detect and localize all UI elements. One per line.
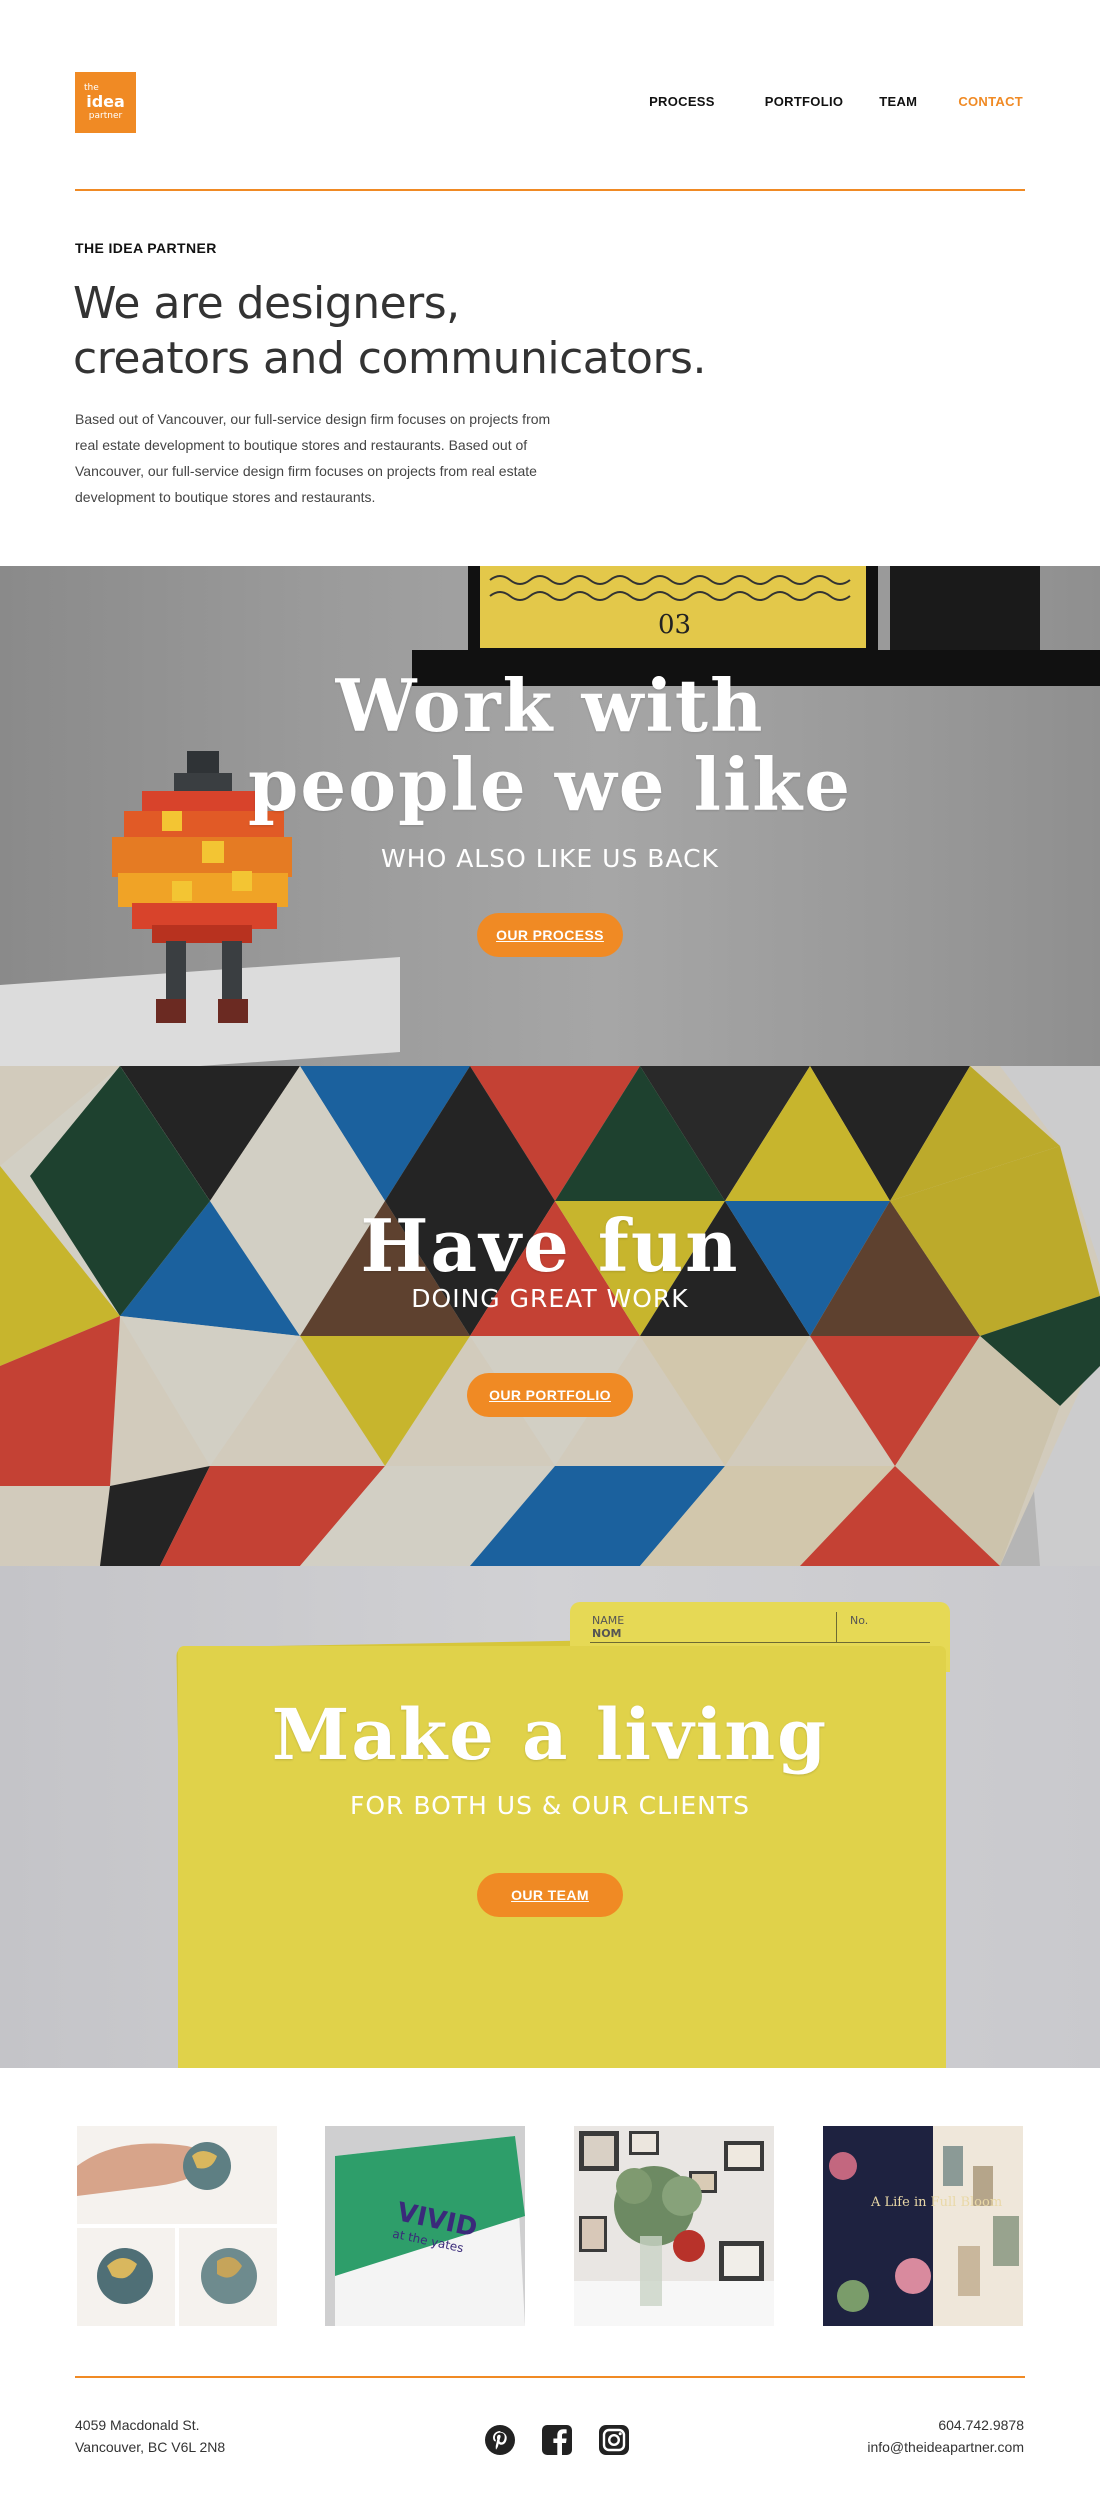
book-cover-image: A Life in Full Bloom (823, 2126, 1023, 2326)
panel-headline: Make a living (271, 1693, 829, 1776)
panel-subheading: WHO ALSO LIKE US BACK (381, 844, 719, 873)
intro-heading-line1: We are designers, (73, 278, 460, 329)
nav-contact[interactable]: CONTACT (958, 94, 1023, 109)
triangle-pattern-image (0, 1066, 1100, 1566)
social-links (484, 2424, 630, 2456)
folder-label: NAME NOM (592, 1614, 624, 1640)
folder-label-no: No. (850, 1614, 869, 1627)
dark-object (890, 566, 1040, 650)
interior-vase-image (574, 2126, 774, 2326)
panel-headline: Work with people we like (0, 666, 1100, 824)
vivid-brochure-image: VIVID at the yates (325, 2126, 525, 2326)
instagram-icon[interactable] (598, 2424, 630, 2456)
logo-text-main: idea (86, 92, 125, 111)
footer-contact: 604.742.9878 info@theideapartner.com (867, 2414, 1024, 2458)
pinterest-icon[interactable] (484, 2424, 516, 2456)
gallery-thumb-globes[interactable] (77, 2126, 277, 2326)
intro-heading-line2: creators and communicators. (73, 333, 706, 384)
facebook-icon[interactable] (541, 2424, 573, 2456)
panel-subheading: FOR BOTH US & OUR CLIENTS (349, 1791, 751, 1820)
logo-text-bottom: partner (88, 111, 123, 121)
panel-headline-line1: Work with (335, 663, 765, 748)
footer-phone[interactable]: 604.742.9878 (867, 2414, 1024, 2436)
poster-image: 03 (480, 566, 866, 648)
our-team-button[interactable]: OUR TEAM (477, 1873, 623, 1917)
poster-number: 03 (658, 610, 692, 640)
portfolio-gallery: VIVID at the yates A Life in Full Bloom (0, 2068, 1100, 2376)
address-line2: Vancouver, BC V6L 2N8 (75, 2439, 226, 2455)
hero-panel-portfolio: Have fun DOING GREAT WORK OUR PORTFOLIO (0, 1066, 1100, 1566)
hero-panel-team: NAME NOM No. Make a living FOR BOTH US &… (0, 1566, 1100, 2068)
brand-logo[interactable]: the idea partner (75, 72, 136, 133)
gallery-thumb-vivid[interactable]: VIVID at the yates (325, 2126, 525, 2326)
our-process-button[interactable]: OUR PROCESS (477, 913, 623, 957)
book-title: A Life in Full Bloom (870, 2195, 1002, 2210)
footer-divider (75, 2376, 1025, 2378)
site-header: the idea partner PROCESS PORTFOLIO TEAM … (0, 0, 1100, 191)
site-footer: 4059 Macdonald St. Vancouver, BC V6L 2N8… (0, 2376, 1100, 2505)
folder-label-name: NAME (592, 1614, 625, 1627)
nav-portfolio[interactable]: PORTFOLIO (765, 94, 844, 109)
intro-section: THE IDEA PARTNER We are designers, creat… (0, 190, 1100, 566)
panel-subheading: DOING GREAT WORK (411, 1284, 689, 1313)
globes-image (77, 2126, 277, 2326)
address-line1: 4059 Macdonald St. (75, 2417, 200, 2433)
gallery-thumb-book[interactable]: A Life in Full Bloom (823, 2126, 1023, 2326)
nav-process[interactable]: PROCESS (649, 94, 715, 109)
footer-email[interactable]: info@theideapartner.com (867, 2436, 1024, 2458)
our-portfolio-button[interactable]: OUR PORTFOLIO (467, 1373, 633, 1417)
gallery-thumb-interior[interactable] (574, 2126, 774, 2326)
intro-heading: We are designers, creators and communica… (73, 276, 706, 386)
hero-panel-process: 03 Work with people we like WHO ALSO LIK… (0, 566, 1100, 1066)
folder-tab-divider (836, 1612, 837, 1642)
folder-tab-line (590, 1642, 930, 1643)
main-nav: PROCESS PORTFOLIO TEAM CONTACT (649, 94, 1023, 109)
intro-body: Based out of Vancouver, our full-service… (75, 411, 551, 505)
panel-headline-line2: people we like (248, 742, 852, 827)
panel-headline: Have fun (360, 1203, 740, 1288)
nav-team[interactable]: TEAM (879, 94, 917, 109)
intro-eyebrow: THE IDEA PARTNER (75, 240, 217, 256)
folder-label-nom: NOM (592, 1627, 622, 1640)
footer-address: 4059 Macdonald St. Vancouver, BC V6L 2N8 (75, 2414, 225, 2458)
page: the idea partner PROCESS PORTFOLIO TEAM … (0, 0, 1100, 2505)
